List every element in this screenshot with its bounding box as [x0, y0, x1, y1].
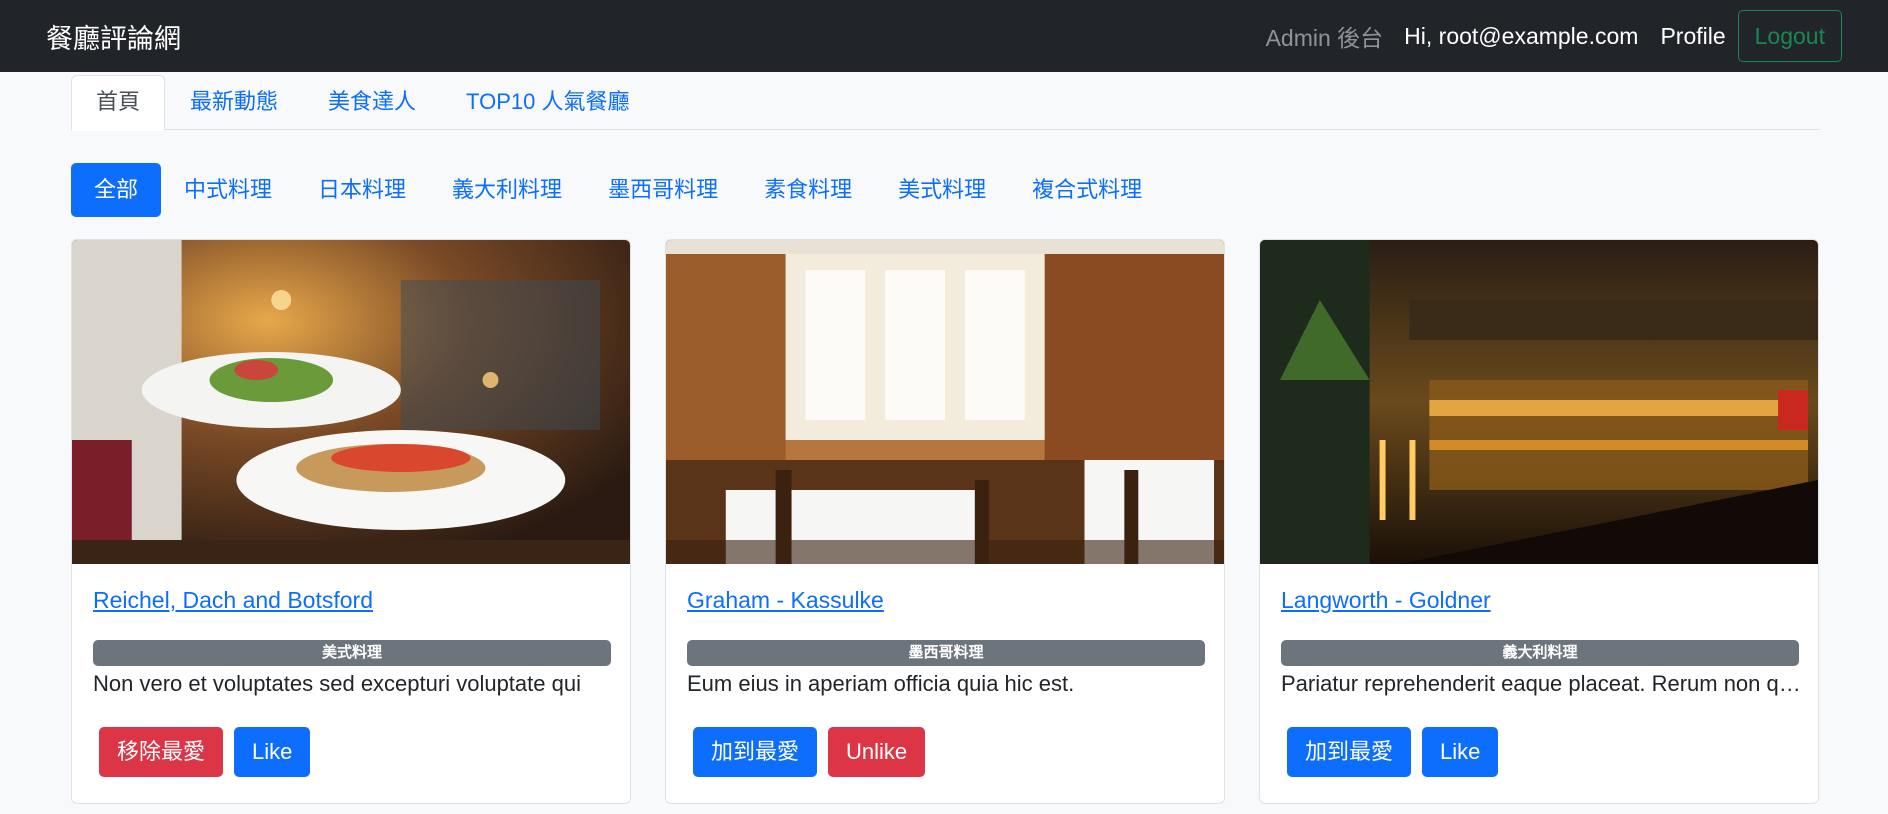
restaurant-card: Reichel, Dach and Botsford 美式料理 Non vero… — [71, 239, 631, 804]
category-american[interactable]: 美式料理 — [875, 163, 1009, 217]
restaurant-name-link[interactable]: Graham - Kassulke — [687, 587, 884, 614]
restaurant-description: Eum eius in aperiam officia quia hic est… — [687, 671, 1075, 696]
logout-button[interactable]: Logout — [1737, 10, 1842, 62]
add-favorite-button[interactable]: 加到最愛 — [1287, 727, 1412, 777]
navbar: 餐廳評論網 Admin 後台 Hi, root@example.com Prof… — [0, 0, 1888, 72]
restaurant-description: Non vero et voluptates sed excepturi vol… — [93, 671, 581, 696]
restaurant-photo[interactable] — [1260, 240, 1818, 564]
main-tabs: 首頁 最新動態 美食達人 TOP10 人氣餐廳 — [71, 75, 1820, 131]
category-mexican[interactable]: 墨西哥料理 — [585, 163, 741, 217]
tab-top-users[interactable]: 美食達人 — [303, 75, 441, 130]
restaurant-photo[interactable] — [72, 240, 630, 564]
navbar-right: Admin 後台 Hi, root@example.com Profile Lo… — [1266, 10, 1842, 62]
restaurant-card: Langworth - Goldner 義大利料理 Pariatur repre… — [1259, 239, 1819, 804]
category-japanese[interactable]: 日本料理 — [295, 163, 429, 217]
admin-link[interactable]: Admin 後台 — [1266, 19, 1384, 53]
like-button[interactable]: Like — [1422, 727, 1499, 777]
tab-top10-restaurants[interactable]: TOP10 人氣餐廳 — [441, 75, 654, 130]
profile-link[interactable]: Profile — [1660, 23, 1725, 50]
card-actions: 加到最愛 Unlike — [693, 727, 926, 777]
like-button[interactable]: Like — [234, 727, 311, 777]
category-filter: 全部 中式料理 日本料理 義大利料理 墨西哥料理 素食料理 美式料理 複合式料理 — [71, 163, 1165, 217]
card-actions: 移除最愛 Like — [99, 727, 311, 777]
card-actions: 加到最愛 Like — [1287, 727, 1499, 777]
restaurant-card: Graham - Kassulke 墨西哥料理 Eum eius in aper… — [665, 239, 1225, 804]
category-badge: 美式料理 — [93, 640, 611, 666]
category-fusion[interactable]: 複合式料理 — [1009, 163, 1165, 217]
brand-link[interactable]: 餐廳評論網 — [46, 17, 181, 56]
restaurant-name-link[interactable]: Langworth - Goldner — [1281, 587, 1491, 614]
category-all[interactable]: 全部 — [71, 163, 162, 217]
add-favorite-button[interactable]: 加到最愛 — [693, 727, 818, 777]
category-badge: 義大利料理 — [1281, 640, 1799, 666]
restaurant-name-link[interactable]: Reichel, Dach and Botsford — [93, 587, 373, 614]
user-greeting: Hi, root@example.com — [1404, 22, 1639, 49]
category-vegetarian[interactable]: 素食料理 — [741, 163, 875, 217]
category-italian[interactable]: 義大利料理 — [429, 163, 585, 217]
unlike-button[interactable]: Unlike — [828, 727, 926, 777]
tab-home[interactable]: 首頁 — [71, 75, 166, 131]
tab-feeds[interactable]: 最新動態 — [165, 75, 303, 130]
restaurant-description: Pariatur reprehenderit eaque placeat. Re… — [1281, 671, 1801, 696]
remove-favorite-button[interactable]: 移除最愛 — [99, 727, 224, 777]
category-chinese[interactable]: 中式料理 — [161, 163, 295, 217]
category-badge: 墨西哥料理 — [687, 640, 1205, 666]
restaurant-photo[interactable] — [666, 240, 1224, 564]
